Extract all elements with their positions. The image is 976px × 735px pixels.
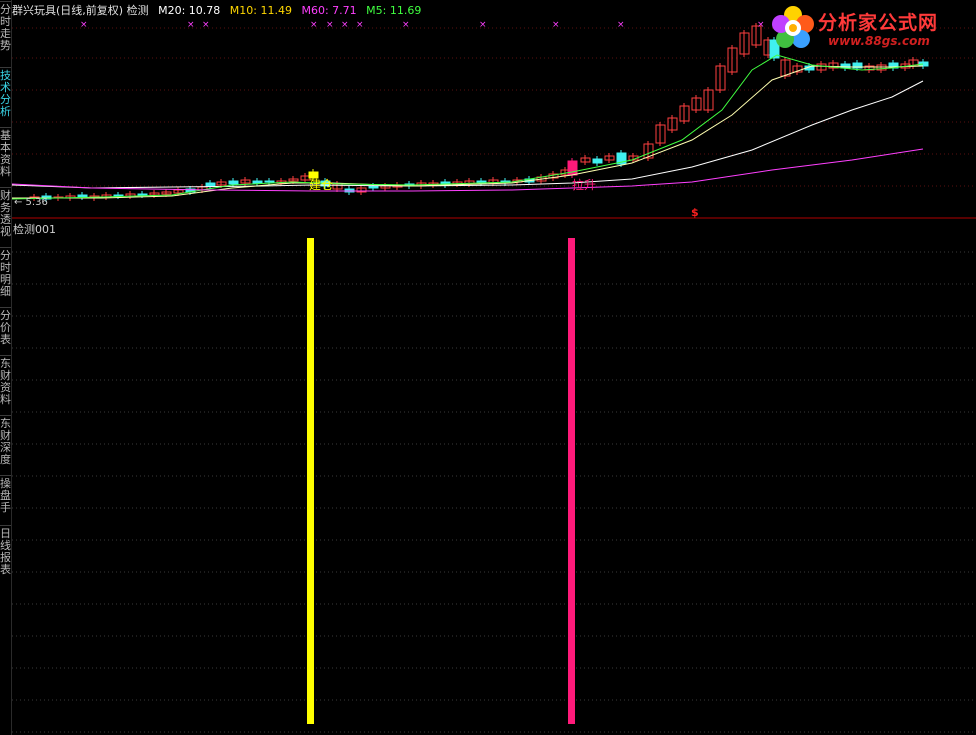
cross-marker: ×	[757, 20, 765, 30]
cross-marker: ×	[479, 20, 487, 30]
indicator-bar-yellow	[307, 238, 314, 724]
candle	[205, 182, 216, 187]
sidebar-tab-9[interactable]: 日线报表	[0, 528, 11, 576]
indicator-title: 检测001	[13, 223, 56, 236]
sidebar-separator	[0, 67, 11, 68]
indicator-bar-pink	[568, 238, 575, 724]
candle	[228, 180, 239, 185]
cross-marker: ×	[402, 20, 410, 30]
ma-line-white	[12, 80, 924, 189]
ma60-value: M60: 7.71	[301, 4, 357, 17]
sidebar-separator	[0, 187, 11, 188]
cross-marker: ×	[617, 20, 625, 30]
cross-marker: ×	[187, 20, 195, 30]
candle	[252, 180, 263, 184]
candle	[113, 194, 124, 197]
sidebar-separator	[0, 475, 11, 476]
cross-marker: ×	[310, 20, 318, 30]
sidebar-tab-5[interactable]: 分价表	[0, 310, 11, 346]
cross-marker: ×	[202, 20, 210, 30]
chart-area[interactable]: ×××××××××××××建仓拉升$← 5.36	[12, 0, 976, 735]
flower-logo-icon	[772, 6, 814, 48]
sidebar-tab-4[interactable]: 分时明细	[0, 250, 11, 298]
ma-line-green	[12, 54, 924, 200]
sidebar-tab-6[interactable]: 东财资料	[0, 358, 11, 406]
sidebar-separator	[0, 355, 11, 356]
candle	[368, 185, 379, 189]
ma5-value: M5: 11.69	[366, 4, 422, 17]
sell-label: 拉升	[572, 177, 596, 192]
sidebar-separator	[0, 127, 11, 128]
sidebar: 分时走势技术分析基本资料财务透视分时明细分价表东财资料东财深度操盘手日线报表	[0, 0, 11, 735]
chart-header: 群兴玩具(日线,前复权) 检测 M20: 10.78 M10: 11.49 M6…	[12, 4, 427, 18]
candle	[264, 180, 275, 183]
candle	[592, 158, 603, 164]
sidebar-separator	[0, 525, 11, 526]
cross-marker: ×	[80, 20, 88, 30]
ma20-value: M20: 10.78	[158, 4, 221, 17]
sidebar-tab-1[interactable]: 技术分析	[0, 70, 11, 118]
sidebar-tab-0[interactable]: 分时走势	[0, 4, 11, 52]
cross-marker: ×	[326, 20, 334, 30]
candle	[344, 188, 355, 193]
logo-url: www.88gs.com	[828, 34, 930, 48]
sidebar-tab-2[interactable]: 基本资料	[0, 130, 11, 178]
sidebar-tab-7[interactable]: 东财深度	[0, 418, 11, 466]
sidebar-separator	[0, 415, 11, 416]
candle	[137, 193, 148, 196]
sidebar-tab-3[interactable]: 财务透视	[0, 190, 11, 238]
dollar-marker: $	[691, 206, 699, 219]
cross-marker: ×	[552, 20, 560, 30]
logo-text: 分析家公式网	[818, 12, 939, 34]
candle	[77, 194, 88, 198]
sidebar-separator	[0, 247, 11, 248]
ma-line-yellow	[12, 65, 924, 199]
sidebar-separator	[0, 307, 11, 308]
buy-label: 建仓	[309, 178, 333, 192]
site-logo: 分析家公式网 www.88gs.com	[768, 2, 968, 52]
stock-title: 群兴玩具(日线,前复权) 检测	[12, 4, 149, 17]
cross-marker: ×	[341, 20, 349, 30]
ma10-value: M10: 11.49	[229, 4, 292, 17]
cross-marker: ×	[356, 20, 364, 30]
sidebar-separator	[0, 1, 11, 2]
sidebar-tab-8[interactable]: 操盘手	[0, 478, 11, 514]
low-price-label: ← 5.36	[14, 197, 48, 208]
